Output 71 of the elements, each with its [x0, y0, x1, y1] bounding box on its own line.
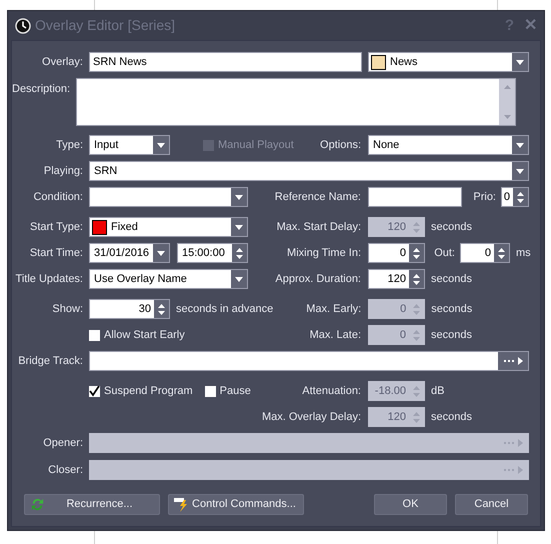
dropdown-field[interactable]: Fixed	[89, 217, 248, 237]
dialog-button[interactable]: Control Commands...	[168, 494, 304, 515]
field-label: Opener:	[42, 436, 83, 451]
field-label: Overlay:	[41, 54, 83, 70]
unit-label: seconds	[431, 328, 472, 343]
number-field[interactable]: 0	[460, 243, 510, 263]
dialog-button[interactable]: Cancel	[455, 494, 528, 515]
text-field[interactable]: SRN News	[89, 52, 362, 72]
field-label: Out:	[433, 246, 455, 261]
dropdown-value: Use Overlay Name	[94, 272, 187, 287]
dropdown-value: 31/01/2016	[94, 246, 150, 261]
field-label: Start Type:	[29, 220, 83, 235]
unit-label: seconds	[431, 272, 472, 287]
number-field[interactable]: 120	[368, 269, 425, 289]
field-label: Attenuation:	[301, 384, 361, 399]
unit-label: ms	[516, 246, 531, 261]
number-value: 0	[399, 302, 408, 317]
unit-label: seconds in advance	[176, 302, 274, 317]
dropdown-value: SRN	[94, 164, 118, 179]
dropdown-field[interactable]: Use Overlay Name	[89, 269, 248, 289]
dropdown-field[interactable]: 31/01/2016	[89, 243, 170, 263]
number-value: 120	[386, 410, 407, 425]
field-label: Max. Start Delay:	[276, 220, 361, 235]
field-label: Approx. Duration:	[274, 272, 361, 287]
field-label: Start Time:	[28, 246, 83, 261]
number-field[interactable]: 30	[89, 299, 170, 319]
field-label: Type:	[55, 138, 83, 153]
number-field[interactable]: 0	[501, 187, 529, 207]
field-label: Mixing Time In:	[286, 246, 361, 261]
dropdown-field[interactable]: SRN	[89, 161, 529, 181]
checkbox-label: Suspend Program	[104, 384, 193, 399]
unit-label: seconds	[431, 410, 472, 425]
field-label: Max. Early:	[305, 302, 362, 317]
number-value: 0	[398, 328, 407, 343]
dropdown-field[interactable]: None	[368, 135, 529, 155]
dialog-button[interactable]: OK	[374, 494, 447, 515]
dropdown-field[interactable]: News	[368, 52, 529, 72]
field-label: Playing:	[42, 164, 83, 179]
dropdown-value: None	[373, 138, 400, 153]
field-label: Prio:	[472, 190, 496, 205]
number-value: 120	[386, 272, 407, 287]
time-value: 15:00:00	[182, 246, 225, 261]
dialog-button[interactable]: Recurrence...	[24, 494, 160, 515]
unit-label: seconds	[431, 302, 472, 317]
unit-label: seconds	[431, 220, 472, 235]
unit-label: dB	[431, 384, 444, 399]
number-field[interactable]: 0	[368, 243, 425, 263]
checkbox-label: Allow Start Early	[104, 328, 185, 343]
number-value: -18.00	[374, 384, 407, 399]
window-title: Overlay Editor [Series]	[35, 16, 176, 35]
dropdown-value: Fixed	[111, 220, 138, 235]
number-value: 0	[484, 246, 492, 261]
field-label: Reference Name:	[274, 190, 361, 205]
field-label: Condition:	[32, 190, 83, 205]
field-label: Bridge Track:	[17, 354, 83, 369]
number-value: 30	[138, 302, 152, 317]
field-label: Max. Overlay Delay:	[260, 410, 361, 425]
time-field[interactable]: 15:00:00	[177, 243, 248, 263]
field-label: Title Updates:	[14, 272, 83, 287]
field-label: Max. Late:	[308, 328, 361, 343]
field-label: Closer:	[47, 462, 83, 478]
number-value: 0	[398, 246, 407, 261]
field-label: Show:	[51, 302, 83, 317]
number-value: 120	[386, 220, 407, 235]
dropdown-value: News	[390, 54, 418, 70]
checkbox-label: Pause	[220, 384, 251, 399]
checkbox-label: Manual Playout	[218, 138, 294, 153]
field-label: Description:	[12, 83, 70, 95]
dropdown-field[interactable]: Input	[89, 135, 170, 155]
number-value: 0	[502, 190, 511, 205]
dropdown-value: Input	[94, 138, 118, 153]
